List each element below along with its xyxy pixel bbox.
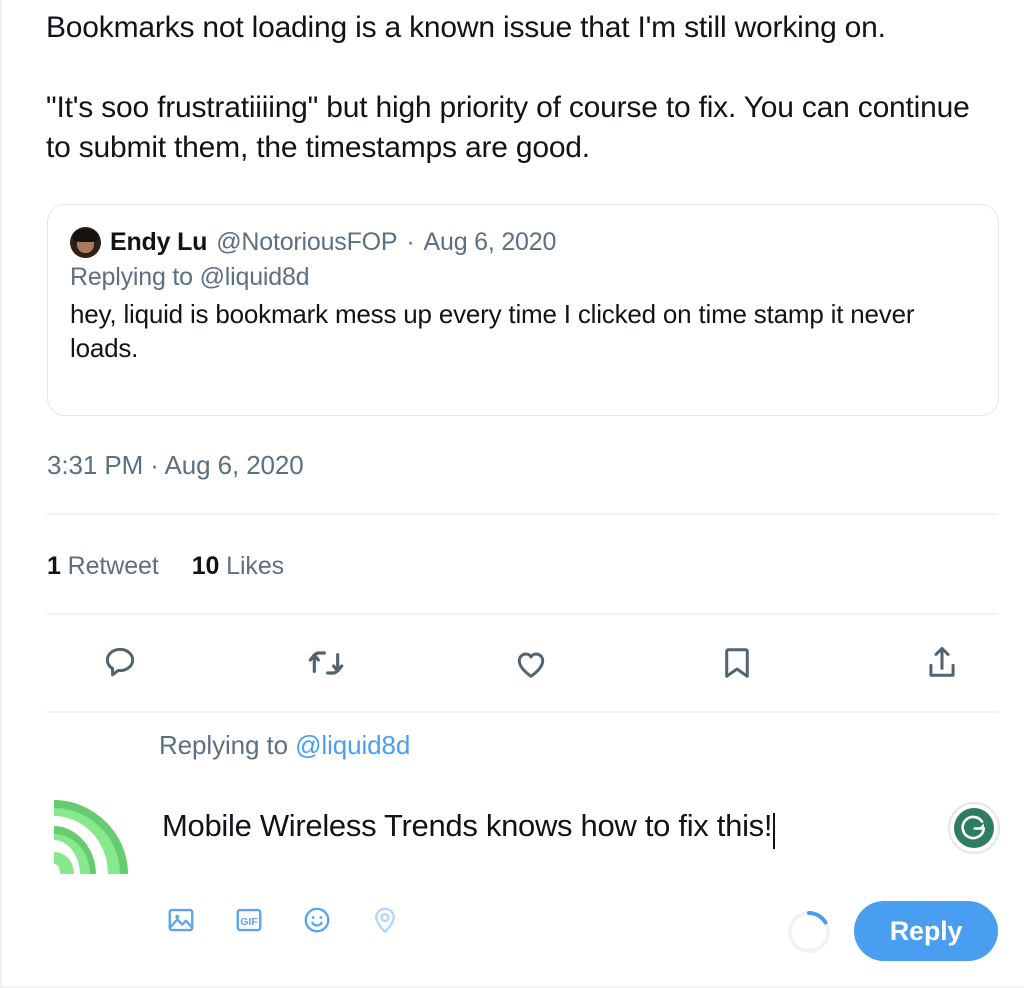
quoted-tweet-separator: · — [406, 227, 415, 256]
composer-input[interactable]: Mobile Wireless Trends knows how to fix … — [162, 795, 992, 857]
bookmark-icon — [718, 644, 756, 682]
tweet-paragraph-1: Bookmarks not loading is a known issue t… — [46, 11, 886, 44]
quoted-tweet-text: hey, liquid is bookmark mess up every ti… — [70, 299, 915, 363]
tweet-action-bar — [92, 630, 970, 696]
add-location-button[interactable] — [366, 902, 404, 940]
reply-action-button[interactable] — [92, 635, 148, 691]
quoted-tweet-date: Aug 6, 2020 — [423, 227, 557, 256]
reply-button[interactable]: Reply — [854, 901, 998, 961]
share-icon — [923, 644, 961, 682]
add-emoji-button[interactable] — [298, 902, 336, 940]
retweet-action-button[interactable] — [298, 635, 354, 691]
svg-text:GIF: GIF — [240, 915, 258, 927]
avatar-hair — [73, 228, 98, 242]
add-image-button[interactable] — [162, 902, 200, 940]
composer-toolbar: GIF — [162, 902, 404, 940]
composer-avatar[interactable] — [46, 782, 142, 878]
likes-count: 10 — [191, 552, 220, 580]
quoted-tweet-display-name: Endy Lu — [110, 227, 208, 256]
heart-icon — [512, 644, 550, 682]
divider-above-actions — [46, 613, 998, 615]
retweet-icon — [306, 643, 346, 683]
composer-text-value: Mobile Wireless Trends knows how to fix … — [162, 808, 773, 843]
quoted-tweet-card[interactable]: Endy Lu @NotoriousFOP · Aug 6, 2020 Repl… — [47, 204, 999, 416]
quoted-tweet-avatar[interactable] — [70, 226, 101, 258]
wireless-signal-logo-icon — [46, 782, 142, 878]
location-pin-icon — [370, 905, 400, 938]
likes-label: Likes — [226, 552, 285, 580]
grammarly-button[interactable] — [947, 801, 1001, 855]
divider-above-composer — [46, 711, 998, 713]
grammarly-icon — [947, 801, 1001, 859]
tweet-text: Bookmarks not loading is a known issue t… — [46, 8, 998, 168]
emoji-icon — [302, 905, 332, 938]
tweet-timestamp[interactable]: 3:31 PM · Aug 6, 2020 — [47, 450, 304, 481]
quoted-tweet-handle: @NotoriousFOP — [216, 227, 398, 256]
like-action-button[interactable] — [503, 635, 559, 691]
quoted-tweet-header: Endy Lu @NotoriousFOP · Aug 6, 2020 — [70, 225, 976, 259]
composer-replying-to-prefix: Replying to — [159, 730, 296, 760]
divider-above-stats — [46, 513, 998, 515]
tweet-paragraph-2: "It's soo frustratiiiing" but high prior… — [46, 91, 970, 164]
text-caret — [773, 813, 776, 849]
character-count-indicator — [785, 908, 833, 956]
retweet-label: Retweet — [67, 552, 159, 580]
composer-replying-to: Replying to @liquid8d — [159, 730, 410, 761]
add-gif-button[interactable]: GIF — [230, 902, 268, 940]
tweet-stats: 1 Retweet 10 Likes — [47, 552, 284, 581]
share-action-button[interactable] — [914, 635, 970, 691]
likes-stat[interactable]: 10 Likes — [192, 552, 284, 581]
bookmark-action-button[interactable] — [709, 635, 765, 691]
tweet-detail-page: Bookmarks not loading is a known issue t… — [0, 0, 1024, 988]
gif-icon: GIF — [234, 905, 264, 938]
comment-icon — [101, 644, 139, 682]
image-icon — [166, 905, 196, 938]
retweet-count: 1 — [47, 552, 61, 580]
retweet-stat[interactable]: 1 Retweet — [47, 552, 159, 581]
composer-replying-to-handle[interactable]: @liquid8d — [295, 730, 410, 760]
quoted-tweet-replying-to: Replying to @liquid8d — [70, 263, 310, 291]
